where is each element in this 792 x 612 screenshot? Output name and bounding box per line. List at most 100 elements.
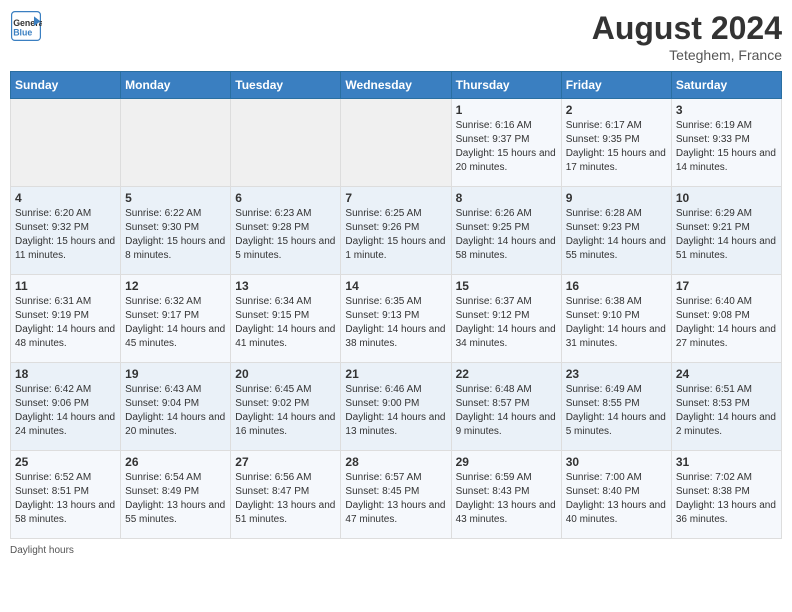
day-info: Sunrise: 6:49 AMSunset: 8:55 PMDaylight:…	[566, 383, 667, 439]
day-header-wednesday: Wednesday	[341, 72, 451, 99]
day-number: 28	[345, 455, 446, 469]
day-header-thursday: Thursday	[451, 72, 561, 99]
day-info: Sunrise: 6:42 AMSunset: 9:06 PMDaylight:…	[15, 383, 116, 439]
calendar-cell: 7 Sunrise: 6:25 AMSunset: 9:26 PMDaylight…	[341, 187, 451, 275]
day-number: 1	[456, 103, 557, 117]
day-number: 30	[566, 455, 667, 469]
day-info: Sunrise: 6:25 AMSunset: 9:26 PMDaylight:…	[345, 207, 446, 263]
day-number: 15	[456, 279, 557, 293]
logo: General Blue	[10, 10, 42, 42]
day-info: Sunrise: 6:43 AMSunset: 9:04 PMDaylight:…	[125, 383, 226, 439]
day-number: 26	[125, 455, 226, 469]
day-number: 23	[566, 367, 667, 381]
day-info: Sunrise: 6:59 AMSunset: 8:43 PMDaylight:…	[456, 471, 557, 527]
calendar-cell: 1 Sunrise: 6:16 AMSunset: 9:37 PMDaylight…	[451, 99, 561, 187]
month-year: August 2024	[592, 10, 782, 47]
calendar-cell: 11 Sunrise: 6:31 AMSunset: 9:19 PMDayligh…	[11, 275, 121, 363]
day-number: 20	[235, 367, 336, 381]
calendar-cell: 25 Sunrise: 6:52 AMSunset: 8:51 PMDayligh…	[11, 451, 121, 539]
day-info: Sunrise: 6:57 AMSunset: 8:45 PMDaylight:…	[345, 471, 446, 527]
day-number: 11	[15, 279, 116, 293]
day-info: Sunrise: 6:29 AMSunset: 9:21 PMDaylight:…	[676, 207, 777, 263]
day-number: 24	[676, 367, 777, 381]
day-info: Sunrise: 6:56 AMSunset: 8:47 PMDaylight:…	[235, 471, 336, 527]
day-number: 10	[676, 191, 777, 205]
calendar-cell: 20Sunrise: 6:45 AMSunset: 9:02 PMDayligh…	[231, 363, 341, 451]
calendar-cell: 26Sunrise: 6:54 AMSunset: 8:49 PMDayligh…	[121, 451, 231, 539]
day-info: Sunrise: 6:48 AMSunset: 8:57 PMDaylight:…	[456, 383, 557, 439]
footer-note: Daylight hours	[10, 545, 782, 556]
location: Teteghem, France	[592, 47, 782, 63]
logo-icon: General Blue	[10, 10, 42, 42]
day-info: Sunrise: 6:17 AMSunset: 9:35 PMDaylight:…	[566, 119, 667, 175]
day-number: 12	[125, 279, 226, 293]
day-info: Sunrise: 6:32 AMSunset: 9:17 PMDaylight:…	[125, 295, 226, 351]
calendar-cell: 14Sunrise: 6:35 AMSunset: 9:13 PMDayligh…	[341, 275, 451, 363]
calendar-cell: 30 Sunrise: 7:00 AMSunset: 8:40 PMDayligh…	[561, 451, 671, 539]
day-info: Sunrise: 6:28 AMSunset: 9:23 PMDaylight:…	[566, 207, 667, 263]
day-header-sunday: Sunday	[11, 72, 121, 99]
day-info: Sunrise: 6:23 AMSunset: 9:28 PMDaylight:…	[235, 207, 336, 263]
day-header-monday: Monday	[121, 72, 231, 99]
day-info: Sunrise: 6:40 AMSunset: 9:08 PMDaylight:…	[676, 295, 777, 351]
calendar-cell	[231, 99, 341, 187]
day-number: 8	[456, 191, 557, 205]
day-number: 16	[566, 279, 667, 293]
day-info: Sunrise: 6:22 AMSunset: 9:30 PMDaylight:…	[125, 207, 226, 263]
calendar-cell: 31 Sunrise: 7:02 AMSunset: 8:38 PMDayligh…	[671, 451, 781, 539]
calendar-cell: 8 Sunrise: 6:26 AMSunset: 9:25 PMDaylight…	[451, 187, 561, 275]
day-number: 13	[235, 279, 336, 293]
calendar-cell: 13Sunrise: 6:34 AMSunset: 9:15 PMDayligh…	[231, 275, 341, 363]
calendar-cell: 21 Sunrise: 6:46 AMSunset: 9:00 PMDayligh…	[341, 363, 451, 451]
day-number: 31	[676, 455, 777, 469]
day-info: Sunrise: 7:02 AMSunset: 8:38 PMDaylight:…	[676, 471, 777, 527]
day-header-friday: Friday	[561, 72, 671, 99]
day-info: Sunrise: 6:51 AMSunset: 8:53 PMDaylight:…	[676, 383, 777, 439]
calendar-cell: 3Sunrise: 6:19 AMSunset: 9:33 PMDaylight…	[671, 99, 781, 187]
day-info: Sunrise: 7:00 AMSunset: 8:40 PMDaylight:…	[566, 471, 667, 527]
day-number: 19	[125, 367, 226, 381]
day-number: 21	[345, 367, 446, 381]
day-number: 6	[235, 191, 336, 205]
calendar-cell	[121, 99, 231, 187]
calendar-cell: 4 Sunrise: 6:20 AMSunset: 9:32 PMDaylight…	[11, 187, 121, 275]
title-block: August 2024 Teteghem, France	[592, 10, 782, 63]
calendar-cell: 15Sunrise: 6:37 AMSunset: 9:12 PMDayligh…	[451, 275, 561, 363]
calendar-cell: 16 Sunrise: 6:38 AMSunset: 9:10 PMDayligh…	[561, 275, 671, 363]
day-info: Sunrise: 6:26 AMSunset: 9:25 PMDaylight:…	[456, 207, 557, 263]
day-number: 2	[566, 103, 667, 117]
calendar-cell: 5 Sunrise: 6:22 AMSunset: 9:30 PMDaylight…	[121, 187, 231, 275]
calendar-cell	[11, 99, 121, 187]
calendar-cell: 24 Sunrise: 6:51 AMSunset: 8:53 PMDayligh…	[671, 363, 781, 451]
day-number: 7	[345, 191, 446, 205]
calendar-cell: 23 Sunrise: 6:49 AMSunset: 8:55 PMDayligh…	[561, 363, 671, 451]
day-info: Sunrise: 6:38 AMSunset: 9:10 PMDaylight:…	[566, 295, 667, 351]
calendar-cell: 17 Sunrise: 6:40 AMSunset: 9:08 PMDayligh…	[671, 275, 781, 363]
day-info: Sunrise: 6:19 AMSunset: 9:33 PMDaylight:…	[676, 119, 777, 175]
day-header-saturday: Saturday	[671, 72, 781, 99]
day-info: Sunrise: 6:16 AMSunset: 9:37 PMDaylight:…	[456, 119, 557, 175]
calendar-cell: 19 Sunrise: 6:43 AMSunset: 9:04 PMDayligh…	[121, 363, 231, 451]
calendar-cell: 2 Sunrise: 6:17 AMSunset: 9:35 PMDaylight…	[561, 99, 671, 187]
svg-text:Blue: Blue	[13, 28, 32, 38]
day-info: Sunrise: 6:52 AMSunset: 8:51 PMDaylight:…	[15, 471, 116, 527]
calendar-cell: 27 Sunrise: 6:56 AMSunset: 8:47 PMDayligh…	[231, 451, 341, 539]
calendar-cell: 28 Sunrise: 6:57 AMSunset: 8:45 PMDayligh…	[341, 451, 451, 539]
day-info: Sunrise: 6:31 AMSunset: 9:19 PMDaylight:…	[15, 295, 116, 351]
day-info: Sunrise: 6:46 AMSunset: 9:00 PMDaylight:…	[345, 383, 446, 439]
day-number: 27	[235, 455, 336, 469]
day-number: 5	[125, 191, 226, 205]
day-number: 4	[15, 191, 116, 205]
daylight-label: Daylight hours	[10, 545, 74, 556]
day-number: 25	[15, 455, 116, 469]
calendar-table: SundayMondayTuesdayWednesdayThursdayFrid…	[10, 71, 782, 539]
day-number: 9	[566, 191, 667, 205]
day-number: 22	[456, 367, 557, 381]
day-header-tuesday: Tuesday	[231, 72, 341, 99]
calendar-cell: 12 Sunrise: 6:32 AMSunset: 9:17 PMDayligh…	[121, 275, 231, 363]
calendar-cell: 10 Sunrise: 6:29 AMSunset: 9:21 PMDayligh…	[671, 187, 781, 275]
day-info: Sunrise: 6:35 AMSunset: 9:13 PMDaylight:…	[345, 295, 446, 351]
day-number: 18	[15, 367, 116, 381]
day-info: Sunrise: 6:20 AMSunset: 9:32 PMDaylight:…	[15, 207, 116, 263]
day-number: 17	[676, 279, 777, 293]
